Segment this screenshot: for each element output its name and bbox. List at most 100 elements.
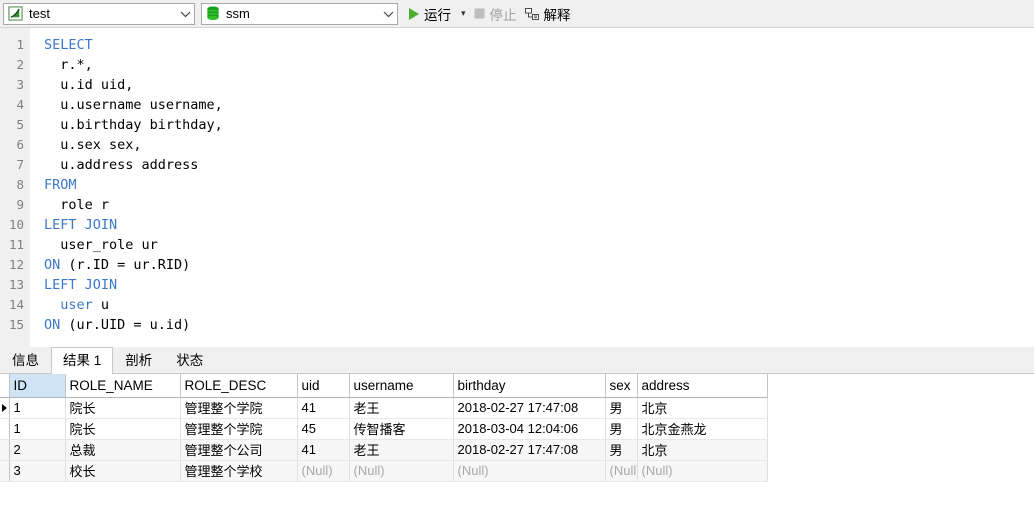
table-cell[interactable]: 老王 (349, 397, 454, 419)
database-icon (206, 6, 220, 21)
table-cell[interactable]: 管理整个学院 (180, 418, 298, 440)
run-label: 运行 (424, 7, 451, 23)
result-grid-container[interactable]: ID ROLE_NAME ROLE_DESC uid username birthday s… (0, 374, 1034, 506)
table-row[interactable]: 1 院长 管理整个学院 41 老王 2018-02-27 17:47:08 男北京 (0, 397, 768, 419)
line-number: 9 (16, 197, 24, 212)
table-cell[interactable]: 41 (297, 439, 350, 461)
sql-editor[interactable]: 1 SELECT 2 r.*, 3 u.id uid, 4 u.username use… (0, 28, 1034, 347)
table-cell[interactable]: 校长 (65, 460, 181, 482)
result-grid: ID ROLE_NAME ROLE_DESC uid username birthday s… (0, 374, 768, 482)
table-cell[interactable]: 传智播客 (349, 418, 454, 440)
column-header[interactable]: address (637, 374, 768, 398)
code-line: 14 user u (0, 295, 1034, 315)
null-cell[interactable]: (Null) (297, 460, 350, 482)
run-button[interactable]: 运行 (404, 2, 454, 26)
line-number: 2 (16, 57, 24, 72)
line-number: 14 (8, 297, 24, 312)
row-marker-cell (0, 418, 10, 440)
connection-selector[interactable]: test (3, 2, 195, 25)
code-text: LEFT JOIN (44, 277, 118, 293)
database-selector[interactable]: ssm (201, 2, 398, 25)
code-text: ON (ur.UID = u.id) (44, 317, 191, 333)
sql-code[interactable]: 1 SELECT 2 r.*, 3 u.id uid, 4 u.username use… (0, 28, 1034, 335)
column-header[interactable]: uid (297, 374, 350, 398)
table-cell[interactable]: 院长 (65, 418, 181, 440)
code-text: user u (60, 297, 110, 313)
code-line: 7 u.address address (0, 155, 1034, 175)
code-text: u.birthday birthday, (44, 117, 223, 133)
stop-button[interactable]: 停止 (470, 2, 520, 26)
table-cell[interactable]: 3 (9, 460, 66, 482)
code-line: 3 u.id uid, (0, 75, 1034, 95)
table-cell[interactable]: 北京金燕龙 (637, 418, 768, 440)
table-cell[interactable]: 2018-03-04 12:04:06 (453, 418, 606, 440)
line-number: 13 (8, 277, 24, 292)
sql-connection-icon (8, 6, 23, 21)
connection-name: test (29, 6, 50, 21)
explain-icon (524, 7, 540, 21)
table-cell[interactable]: 总裁 (65, 439, 181, 461)
row-marker-cell (0, 397, 10, 419)
table-cell[interactable]: 院长 (65, 397, 181, 419)
chevron-down-icon[interactable] (379, 10, 397, 18)
table-cell[interactable]: 北京 (637, 397, 768, 419)
run-dropdown-caret[interactable]: ▾ (456, 9, 470, 18)
code-line: 2 r.*, (0, 55, 1034, 75)
table-cell[interactable]: 男 (605, 418, 638, 440)
code-line: 10 LEFT JOIN (0, 215, 1034, 235)
table-cell[interactable]: 管理整个学院 (180, 397, 298, 419)
table-cell[interactable]: 45 (297, 418, 350, 440)
table-cell[interactable]: 管理整个学校 (180, 460, 298, 482)
code-text: u.id uid, (44, 77, 134, 93)
null-cell[interactable]: (Null) (453, 460, 606, 482)
null-cell[interactable]: (Null) (605, 460, 638, 482)
code-text: u.username username, (44, 97, 223, 113)
code-line: 4 u.username username, (0, 95, 1034, 115)
table-cell[interactable]: 男 (605, 397, 638, 419)
result-tab-bar: 信息 结果 1 剖析 状态 (0, 347, 1034, 374)
column-header[interactable]: ROLE_NAME (65, 374, 181, 398)
table-cell[interactable]: 男 (605, 439, 638, 461)
code-line: 12 ON (r.ID = ur.RID) (0, 255, 1034, 275)
table-cell[interactable]: 老王 (349, 439, 454, 461)
table-cell[interactable]: 2018-02-27 17:47:08 (453, 439, 606, 461)
column-header[interactable]: birthday (453, 374, 606, 398)
code-text: ON (r.ID = ur.RID) (44, 257, 191, 273)
column-header[interactable]: sex (605, 374, 638, 398)
result-grid-header: ID ROLE_NAME ROLE_DESC uid username birthday s… (0, 374, 768, 398)
code-line: 1 SELECT (0, 35, 1034, 55)
line-number: 12 (8, 257, 24, 272)
line-number: 5 (16, 117, 24, 132)
result-tab[interactable]: 信息 (0, 347, 51, 373)
code-line: 9 role r (0, 195, 1034, 215)
table-cell[interactable]: 2018-02-27 17:47:08 (453, 397, 606, 419)
table-cell[interactable]: 2 (9, 439, 66, 461)
table-cell[interactable]: 1 (9, 418, 66, 440)
code-line: 13 LEFT JOIN (0, 275, 1034, 295)
code-text: LEFT JOIN (44, 217, 118, 233)
line-number: 6 (16, 137, 24, 152)
table-cell[interactable]: 41 (297, 397, 350, 419)
chevron-down-icon[interactable] (176, 10, 194, 18)
null-cell[interactable]: (Null) (637, 460, 768, 482)
result-tab[interactable]: 结果 1 (51, 347, 114, 374)
column-header[interactable]: ID (9, 374, 66, 398)
line-number: 4 (16, 97, 24, 112)
code-text: user_role ur (44, 237, 158, 253)
table-cell[interactable]: 北京 (637, 439, 768, 461)
table-row[interactable]: 1 院长 管理整个学院 45 传智播客 2018-03-04 12:04:06 男北京金燕龙 (0, 418, 768, 440)
current-row-marker-icon (1, 403, 7, 412)
table-cell[interactable]: 1 (9, 397, 66, 419)
column-header[interactable]: username (349, 374, 454, 398)
null-cell[interactable]: (Null) (349, 460, 454, 482)
table-cell[interactable]: 管理整个公司 (180, 439, 298, 461)
result-tab[interactable]: 状态 (164, 347, 215, 373)
table-row[interactable]: 2 总裁 管理整个公司 41 老王 2018-02-27 17:47:08 男北京 (0, 439, 768, 461)
table-row[interactable]: 3校长管理整个学校(Null)(Null)(Null)(Null)(Null) (0, 460, 768, 482)
result-tab[interactable]: 剖析 (113, 347, 164, 373)
explain-button[interactable]: 解释 (522, 2, 574, 26)
code-line: 11 user_role ur (0, 235, 1034, 255)
table-header-row: ID ROLE_NAME ROLE_DESC uid username birthday s… (0, 374, 768, 398)
toolbar: test ssm 运行 ▾ 停止 解释 (0, 0, 1034, 28)
column-header[interactable]: ROLE_DESC (180, 374, 298, 398)
